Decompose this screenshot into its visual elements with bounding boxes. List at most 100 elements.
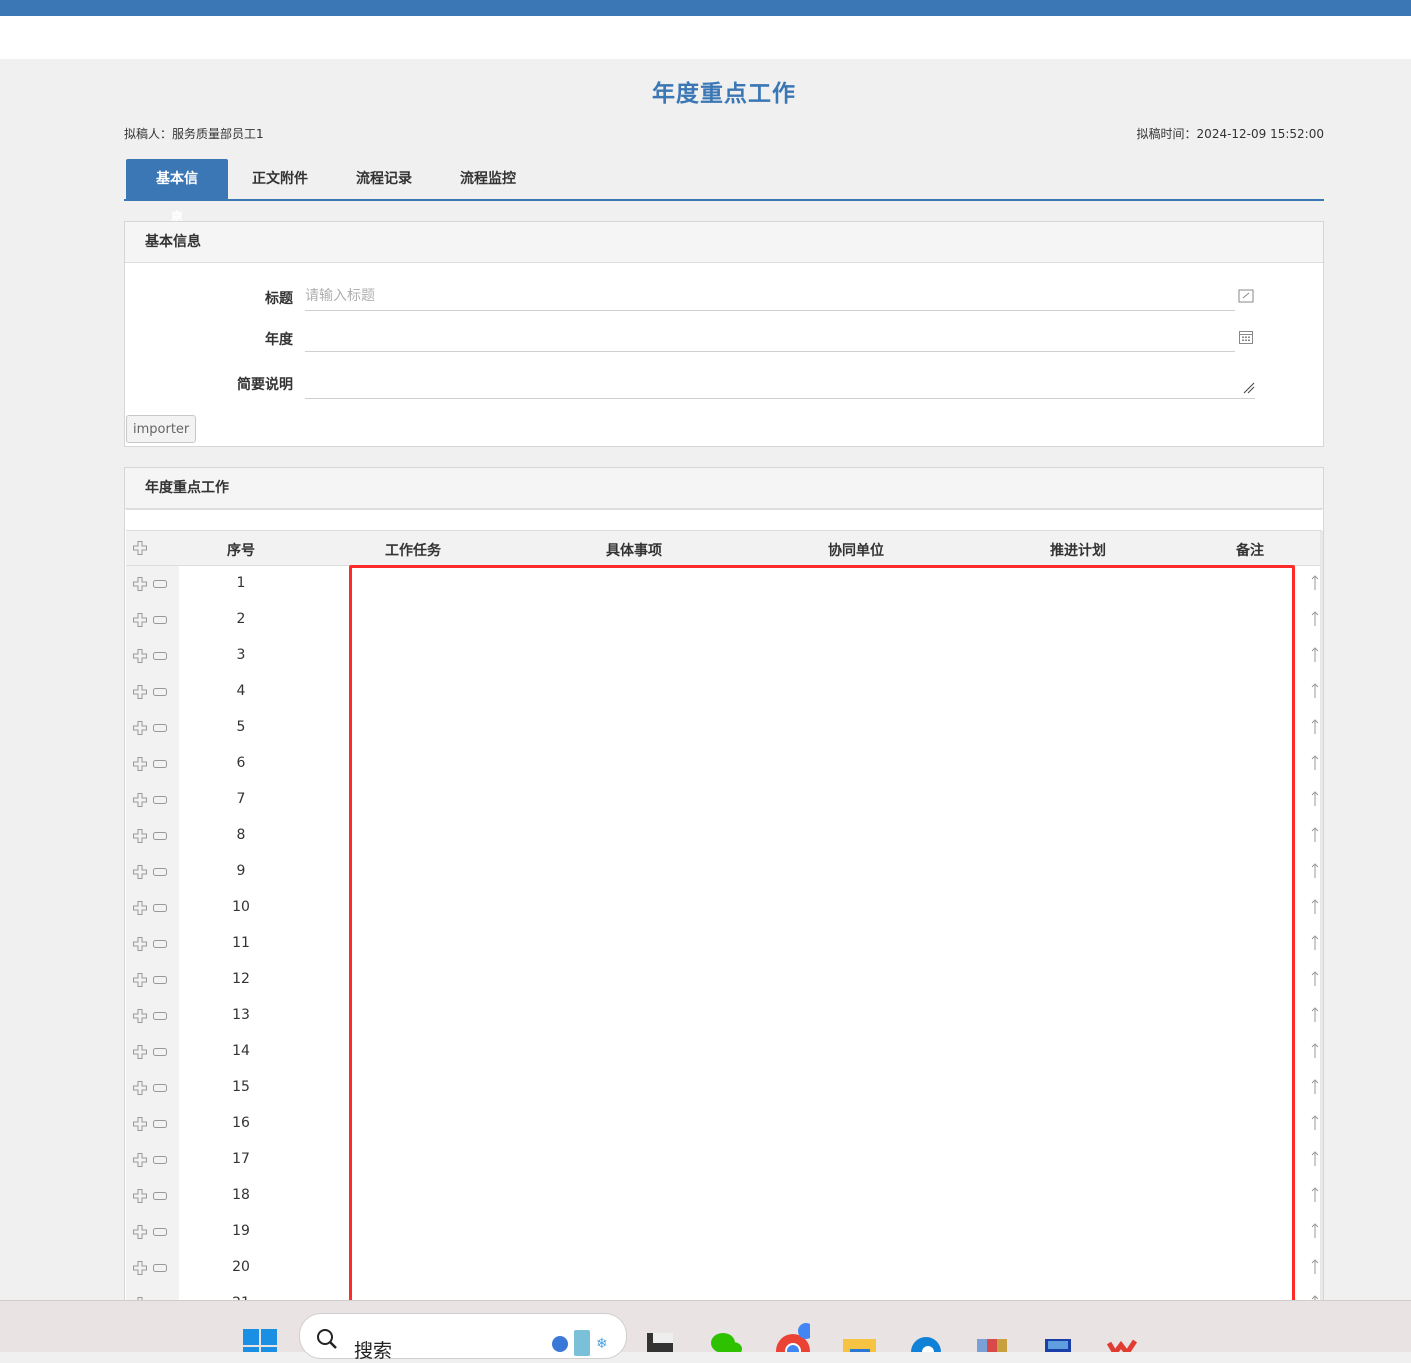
move-up-icon[interactable]	[1310, 862, 1320, 880]
row-ops	[126, 1178, 179, 1214]
insert-row-icon[interactable]	[133, 1117, 147, 1131]
move-up-icon[interactable]	[1310, 790, 1320, 808]
scrollbar[interactable]	[1320, 531, 1323, 1311]
move-up-icon[interactable]	[1310, 610, 1320, 628]
move-up-icon[interactable]	[1310, 754, 1320, 772]
delete-row-icon[interactable]	[153, 868, 167, 876]
insert-row-icon[interactable]	[133, 793, 147, 807]
wps-icon[interactable]	[1107, 1319, 1141, 1352]
add-row-icon[interactable]	[133, 541, 147, 555]
tab-basic-info[interactable]: 基本信息	[126, 159, 228, 227]
row-ops	[126, 746, 179, 782]
delete-row-icon[interactable]	[153, 1228, 167, 1236]
delete-row-icon[interactable]	[153, 796, 167, 804]
svg-text:❄: ❄	[596, 1336, 608, 1352]
calendar-icon[interactable]	[1238, 329, 1254, 345]
move-up-icon[interactable]	[1310, 1150, 1320, 1168]
delete-row-icon[interactable]	[153, 1012, 167, 1020]
row-number: 5	[236, 719, 246, 735]
taskbar-search[interactable]: 搜索 ❄	[299, 1313, 627, 1362]
insert-row-icon[interactable]	[133, 1225, 147, 1239]
delete-row-icon[interactable]	[153, 976, 167, 984]
title-input[interactable]	[305, 282, 1235, 311]
move-up-icon[interactable]	[1310, 1186, 1320, 1204]
table-row: 12	[126, 962, 1322, 998]
wechat-icon[interactable]	[709, 1319, 743, 1352]
delete-row-icon[interactable]	[153, 1084, 167, 1092]
insert-row-icon[interactable]	[133, 1081, 147, 1095]
windows-start-icon[interactable]	[243, 1319, 277, 1352]
move-up-icon[interactable]	[1310, 718, 1320, 736]
edit-icon[interactable]	[1238, 288, 1254, 304]
insert-row-icon[interactable]	[133, 865, 147, 879]
delete-row-icon[interactable]	[153, 940, 167, 948]
tab-attachments[interactable]: 正文附件	[228, 159, 332, 199]
row-ops	[126, 1070, 179, 1106]
table-row: 10	[126, 890, 1322, 926]
insert-row-icon[interactable]	[133, 1045, 147, 1059]
remote-desktop-icon[interactable]	[1042, 1319, 1076, 1352]
insert-row-icon[interactable]	[133, 757, 147, 771]
delete-row-icon[interactable]	[153, 1048, 167, 1056]
delete-row-icon[interactable]	[153, 1264, 167, 1272]
edge-icon[interactable]	[909, 1319, 943, 1352]
insert-row-icon[interactable]	[133, 577, 147, 591]
delete-row-icon[interactable]	[153, 832, 167, 840]
delete-row-icon[interactable]	[153, 760, 167, 768]
move-up-icon[interactable]	[1310, 1258, 1320, 1276]
move-up-icon[interactable]	[1310, 1006, 1320, 1024]
insert-row-icon[interactable]	[133, 1153, 147, 1167]
resize-handle-icon[interactable]	[1243, 382, 1255, 394]
file-explorer-icon[interactable]	[842, 1319, 876, 1352]
delete-row-icon[interactable]	[153, 652, 167, 660]
move-up-icon[interactable]	[1310, 970, 1320, 988]
insert-row-icon[interactable]	[133, 685, 147, 699]
delete-row-icon[interactable]	[153, 724, 167, 732]
insert-row-icon[interactable]	[133, 829, 147, 843]
insert-row-icon[interactable]	[133, 937, 147, 951]
table-row: 8	[126, 818, 1322, 854]
table-row: 9	[126, 854, 1322, 890]
move-up-icon[interactable]	[1310, 646, 1320, 664]
table-row: 6	[126, 746, 1322, 782]
table-row: 16	[126, 1106, 1322, 1142]
work-table-header: 年度重点工作	[125, 468, 1323, 509]
tab-flow-monitor[interactable]: 流程监控	[436, 159, 540, 199]
move-up-icon[interactable]	[1310, 682, 1320, 700]
insert-row-icon[interactable]	[133, 613, 147, 627]
app-icon[interactable]	[645, 1319, 679, 1352]
delete-row-icon[interactable]	[153, 580, 167, 588]
winrar-icon[interactable]	[975, 1319, 1009, 1352]
insert-row-icon[interactable]	[133, 649, 147, 663]
year-input[interactable]	[305, 323, 1235, 352]
delete-row-icon[interactable]	[153, 616, 167, 624]
insert-row-icon[interactable]	[133, 901, 147, 915]
move-up-icon[interactable]	[1310, 826, 1320, 844]
tab-flow-records[interactable]: 流程记录	[332, 159, 436, 199]
insert-row-icon[interactable]	[133, 721, 147, 735]
delete-row-icon[interactable]	[153, 1192, 167, 1200]
basic-info-panel: 基本信息 标题 年度 简要说明 importer	[124, 221, 1324, 447]
move-up-icon[interactable]	[1310, 898, 1320, 916]
delete-row-icon[interactable]	[153, 1156, 167, 1164]
tab-bar: 基本信息 正文附件 流程记录 流程监控	[124, 159, 1324, 227]
summary-textarea[interactable]	[305, 368, 1255, 399]
insert-row-icon[interactable]	[133, 1261, 147, 1275]
delete-row-icon[interactable]	[153, 904, 167, 912]
delete-row-icon[interactable]	[153, 688, 167, 696]
move-up-icon[interactable]	[1310, 1078, 1320, 1096]
move-up-icon[interactable]	[1310, 934, 1320, 952]
chrome-icon[interactable]	[776, 1319, 810, 1352]
move-up-icon[interactable]	[1310, 1114, 1320, 1132]
row-ops	[126, 1034, 179, 1070]
move-up-icon[interactable]	[1310, 1222, 1320, 1240]
insert-row-icon[interactable]	[133, 973, 147, 987]
move-up-icon[interactable]	[1310, 1042, 1320, 1060]
importer-button[interactable]: importer	[126, 415, 197, 443]
delete-row-icon[interactable]	[153, 1120, 167, 1128]
insert-row-icon[interactable]	[133, 1189, 147, 1203]
row-ops	[126, 818, 179, 854]
insert-row-icon[interactable]	[133, 1009, 147, 1023]
move-up-icon[interactable]	[1310, 574, 1320, 592]
col-seq: 序号	[227, 543, 255, 559]
